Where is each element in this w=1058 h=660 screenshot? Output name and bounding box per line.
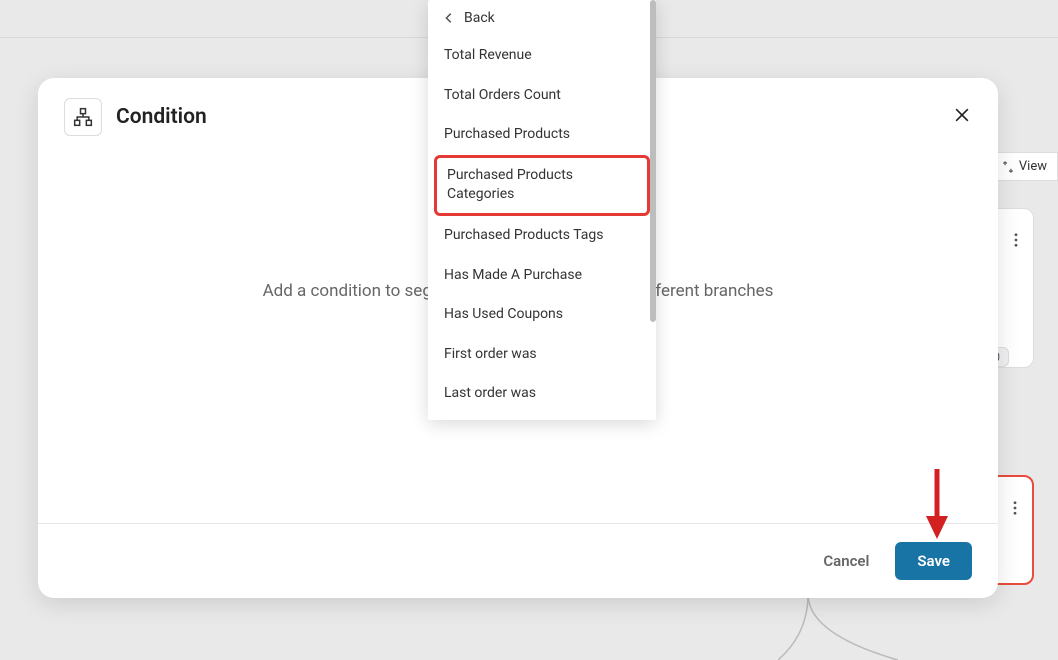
branch-line [778, 594, 918, 660]
dropdown-item[interactable]: Purchased Products Categories [437, 158, 647, 213]
scrollbar[interactable] [650, 0, 656, 322]
dropdown-item[interactable]: Total Revenue [428, 36, 656, 76]
view-button[interactable]: View [990, 152, 1058, 181]
dropdown-item[interactable]: Purchased Products Tags [428, 216, 656, 256]
dropdown-item[interactable]: Has Made A Purchase [428, 256, 656, 296]
chevron-left-icon [444, 12, 454, 24]
modal-title: Condition [116, 105, 207, 129]
kebab-icon[interactable] [1005, 229, 1027, 251]
condition-icon [64, 98, 102, 136]
save-button[interactable]: Save [895, 542, 972, 580]
back-label: Back [464, 10, 495, 26]
dropdown-item[interactable]: Total Orders Count [428, 76, 656, 116]
view-label: View [1019, 159, 1047, 174]
highlight-box: Purchased Products Categories [434, 155, 650, 216]
dropdown-item[interactable]: First order was [428, 335, 656, 375]
cancel-button[interactable]: Cancel [823, 552, 869, 570]
dropdown-item[interactable]: Has Used Coupons [428, 295, 656, 335]
dropdown-back[interactable]: Back [428, 0, 656, 36]
dropdown-item[interactable]: Purchased Products [428, 115, 656, 155]
kebab-icon[interactable] [1004, 497, 1026, 519]
arrow-annotation [922, 464, 952, 544]
condition-dropdown: Back Total RevenueTotal Orders CountPurc… [428, 0, 656, 420]
dropdown-item[interactable]: Last order was [428, 374, 656, 414]
close-icon[interactable] [952, 105, 972, 129]
modal-footer: Cancel Save [38, 523, 998, 598]
